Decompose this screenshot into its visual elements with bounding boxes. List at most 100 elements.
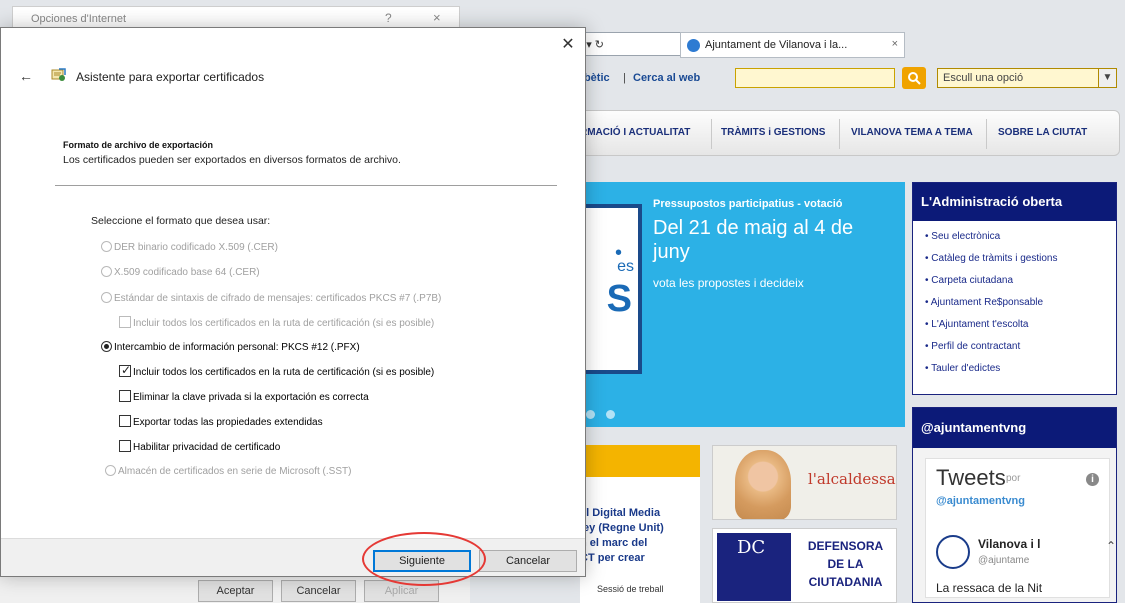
export-certificate-wizard: ✕ ← Asistente para exportar certificados…	[0, 27, 586, 577]
option-base64[interactable]: X.509 codificado base 64 (.CER)	[101, 266, 260, 278]
news-headline-line: CT per crear	[580, 552, 645, 564]
admin-link[interactable]: • L'Ajuntament t'escolta	[925, 319, 1029, 330]
nav-informacio[interactable]: RMACIÓ I ACTUALITAT	[580, 127, 690, 138]
site-search-button[interactable]	[902, 67, 926, 89]
alcaldessa-photo	[735, 450, 791, 519]
defensora-line: DEFENSORA	[807, 539, 884, 553]
option-sst[interactable]: Almacén de certificados en serie de Micr…	[105, 465, 351, 477]
admin-panel-title: L'Administració oberta	[913, 183, 1116, 221]
nav-sobre-ciutat[interactable]: SOBRE LA CIUTAT	[998, 127, 1087, 138]
hero-banner[interactable]: • es S Pressupostos participatius - vota…	[580, 182, 905, 427]
help-icon[interactable]: ?	[385, 11, 392, 25]
defensora-line: DE LA	[827, 557, 864, 571]
browser-tab[interactable]: Ajuntament de Vilanova i la... ×	[680, 32, 905, 58]
twitter-panel-title: @ajuntamentvng	[913, 408, 1116, 448]
tweets-heading: Tweets	[936, 465, 1006, 490]
radio-button[interactable]	[105, 465, 116, 476]
hero-art-letter: S	[606, 278, 632, 320]
defensora-line: CIUTADANIA	[808, 575, 883, 589]
option-enable-certificate-privacy[interactable]: Habilitar privacidad de certificado	[119, 440, 280, 453]
option-pkcs7[interactable]: Estándar de sintaxis de cifrado de mensa…	[101, 292, 441, 304]
aceptar-button[interactable]: Aceptar	[198, 580, 273, 602]
radio-button[interactable]	[101, 292, 112, 303]
tweet-text: La ressaca de la Nit	[936, 581, 1043, 595]
hero-kicker: Pressupostos participatius - votació	[653, 198, 843, 210]
radio-button-selected[interactable]	[101, 341, 112, 352]
radio-button[interactable]	[101, 241, 112, 252]
back-arrow-icon[interactable]: ←	[19, 68, 33, 84]
alcaldessa-banner[interactable]: l'alcaldessa	[712, 445, 897, 520]
admin-link[interactable]: • Tauler d'edictes	[925, 363, 1000, 374]
hero-art-text: es	[617, 258, 634, 275]
browser-address-strip: ⌕ ▾ ↻ Ajuntament de Vilanova i la... ×	[560, 28, 920, 60]
cancelar-bg-button[interactable]: Cancelar	[281, 580, 356, 602]
close-icon[interactable]: ×	[433, 10, 441, 25]
tweet-author-name: Vilanova i l	[978, 537, 1041, 551]
certificate-icon	[51, 68, 66, 81]
tweets-handle[interactable]: @ajuntamentvng	[936, 495, 1025, 507]
defensora-banner[interactable]: DC DEFENSORA DE LA CIUTADANIA	[712, 528, 897, 603]
news-card[interactable]: : el Digital Media ley (Regne Unit) n el…	[580, 445, 700, 603]
wizard-section-heading: Formato de archivo de exportación	[63, 140, 214, 150]
scroll-up-icon[interactable]: ⌃	[1106, 539, 1116, 553]
wizard-footer: Siguiente Cancelar	[1, 538, 585, 576]
nav-divider	[986, 119, 987, 149]
hero-subtitle: vota les propostes i decideix	[653, 276, 804, 290]
highlight-annotation-circle	[362, 532, 486, 586]
link-cerca-web[interactable]: Cerca al web	[633, 72, 700, 84]
option-pkcs7-include-chain[interactable]: Incluir todos los certificados en la rut…	[119, 316, 434, 329]
select-value: Escull una opció	[943, 72, 1024, 84]
wizard-close-icon[interactable]: ✕	[556, 34, 580, 56]
option-export-extended-properties[interactable]: Exportar todas las propiedades extendida…	[119, 415, 323, 428]
checkbox-checked[interactable]	[119, 363, 131, 377]
defensora-logo-text: DC	[737, 537, 766, 558]
account-avatar[interactable]	[936, 535, 970, 569]
internet-options-title: Opciones d'Internet	[31, 13, 127, 25]
radio-button[interactable]	[101, 266, 112, 277]
news-headline-line: n el marc del	[580, 537, 648, 549]
news-card-bar	[580, 445, 700, 477]
tweets-por: por	[1006, 473, 1021, 484]
tweet-author-handle: @ajuntame	[978, 555, 1030, 566]
nav-tramits[interactable]: TRÀMITS i GESTIONS	[721, 127, 825, 138]
checkbox[interactable]	[119, 390, 131, 402]
alcaldessa-label: l'alcaldessa	[808, 470, 896, 488]
admin-link[interactable]: • Seu electrònica	[925, 231, 1000, 242]
nav-vilanova-tema[interactable]: VILANOVA TEMA A TEMA	[851, 127, 973, 138]
defensora-logo: DC	[717, 533, 791, 601]
news-footer-text: Sessió de treball	[597, 584, 664, 594]
hero-title: Del 21 de maig al 4 de juny	[653, 217, 854, 263]
nav-divider	[839, 119, 840, 149]
admin-link[interactable]: • Ajuntament Re$ponsable	[925, 297, 1043, 308]
site-option-select[interactable]: Escull una opció ▼	[937, 68, 1117, 88]
wizard-title: Asistente para exportar certificados	[76, 70, 265, 84]
option-pkcs12-pfx[interactable]: Intercambio de información personal: PKC…	[101, 341, 360, 353]
site-search-input[interactable]	[735, 68, 895, 88]
site-searchbar: alfabètic | Cerca al web Escull una opci…	[565, 66, 1125, 92]
option-pfx-include-chain[interactable]: Incluir todos los certificados en la rut…	[119, 363, 434, 378]
tab-close-icon[interactable]: ×	[892, 38, 898, 50]
format-prompt: Seleccione el formato que desea usar:	[91, 215, 271, 227]
option-der-binary[interactable]: DER binario codificado X.509 (.CER)	[101, 241, 278, 253]
admin-link[interactable]: • Perfil de contractant	[925, 341, 1020, 352]
twitter-timeline[interactable]: Tweets por i @ajuntamentvng Vilanova i l…	[925, 458, 1116, 598]
carousel-dot[interactable]	[606, 410, 615, 419]
admin-oberta-panel: L'Administració oberta • Seu electrònica…	[912, 182, 1117, 395]
site-favicon-icon	[687, 39, 700, 52]
chevron-down-icon: ▼	[1098, 69, 1116, 87]
carousel-dot[interactable]	[586, 410, 595, 419]
admin-link[interactable]: • Catàleg de tràmits i gestions	[925, 253, 1057, 264]
twitter-panel: @ajuntamentvng Tweets por i @ajuntamentv…	[912, 407, 1117, 603]
nav-divider	[711, 119, 712, 149]
checkbox[interactable]	[119, 440, 131, 452]
site-main-nav: RMACIÓ I ACTUALITAT TRÀMITS i GESTIONS V…	[575, 110, 1120, 156]
checkbox[interactable]	[119, 415, 131, 427]
search-icon	[908, 72, 921, 85]
news-headline-line: ley (Regne Unit)	[580, 522, 664, 534]
cancel-button[interactable]: Cancelar	[479, 550, 577, 572]
tab-title: Ajuntament de Vilanova i la...	[705, 39, 848, 51]
option-delete-private-key[interactable]: Eliminar la clave privada si la exportac…	[119, 390, 369, 403]
info-icon[interactable]: i	[1086, 473, 1099, 486]
checkbox[interactable]	[119, 316, 131, 328]
admin-link[interactable]: • Carpeta ciutadana	[925, 275, 1013, 286]
